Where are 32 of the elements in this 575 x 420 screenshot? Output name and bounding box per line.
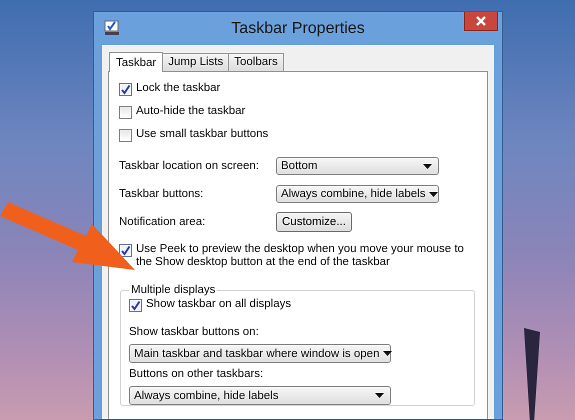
tab[interactable]: Toolbars bbox=[228, 53, 284, 71]
checkbox-label: Show taskbar on all displays bbox=[146, 298, 292, 311]
customize-button[interactable]: Customize... bbox=[276, 212, 352, 232]
checkbox[interactable] bbox=[129, 299, 142, 312]
field-label: Taskbar location on screen: bbox=[119, 160, 260, 172]
checkbox-label: Auto-hide the taskbar bbox=[136, 105, 246, 118]
checkbox-label: Use small taskbar buttons bbox=[136, 128, 268, 141]
tab[interactable]: Taskbar bbox=[109, 52, 164, 72]
checkbox[interactable] bbox=[119, 106, 132, 119]
window-title: Taskbar Properties bbox=[230, 20, 366, 38]
caret-icon bbox=[375, 393, 384, 398]
dropdown[interactable]: Main taskbar and taskbar where window is open bbox=[129, 344, 391, 363]
field-label: Notification area: bbox=[119, 216, 206, 228]
caret-icon bbox=[429, 192, 438, 196]
field-label: Show taskbar buttons on: bbox=[129, 326, 259, 338]
checkbox[interactable] bbox=[119, 83, 132, 96]
group-title: Multiple displays bbox=[130, 284, 216, 296]
close-button[interactable] bbox=[464, 12, 498, 31]
tab[interactable]: Jump Lists bbox=[162, 53, 230, 71]
close-icon bbox=[475, 16, 487, 26]
caret-icon bbox=[423, 164, 432, 168]
dropdown[interactable]: Always combine, hide labels bbox=[276, 185, 439, 203]
dropdown[interactable]: Bottom bbox=[276, 157, 439, 175]
caret-icon bbox=[383, 351, 392, 356]
dropdown[interactable]: Always combine, hide labels bbox=[129, 386, 391, 405]
field-label: Buttons on other taskbars: bbox=[129, 368, 264, 380]
checkbox-label: Use Peek to preview the desktop when you move your mouse to the Show desktop button at the end of the taskbar bbox=[136, 243, 465, 269]
checkbox[interactable] bbox=[119, 244, 132, 257]
checkbox-icon bbox=[104, 20, 120, 36]
checkbox-label: Lock the taskbar bbox=[136, 82, 220, 95]
field-label: Taskbar buttons: bbox=[119, 188, 204, 200]
checkbox[interactable] bbox=[119, 129, 132, 142]
